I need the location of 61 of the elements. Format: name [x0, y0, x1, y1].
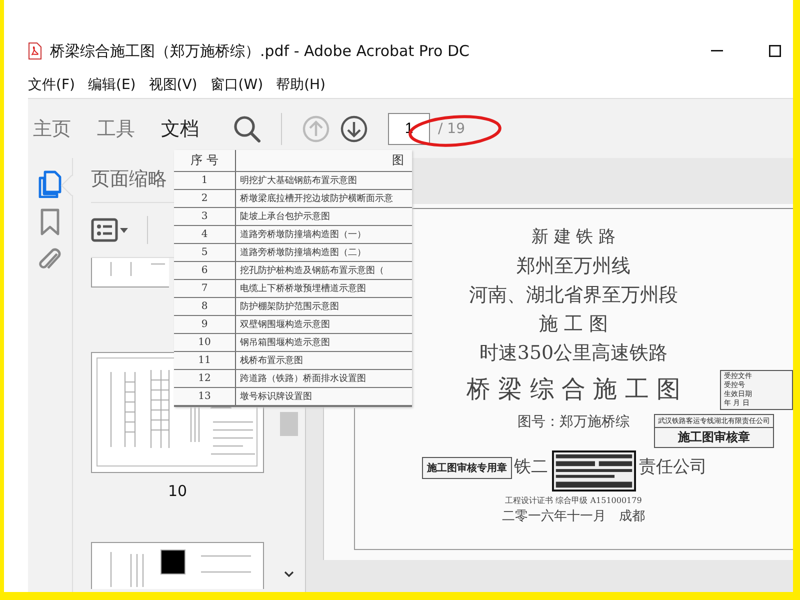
- table-cell: 12: [174, 370, 236, 387]
- document-text: 铁二: [514, 456, 548, 477]
- table-cell-text: 道路旁桥墩防撞墙构造图（一）: [239, 228, 367, 241]
- arrow-down-icon[interactable]: [340, 114, 368, 142]
- menu-item[interactable]: 视图(V): [148, 76, 198, 94]
- page-label: 10: [166, 482, 188, 500]
- minimize-icon[interactable]: [711, 50, 723, 52]
- toolbar-tab[interactable]: 文档: [161, 116, 199, 142]
- table-cell-text: 墩号标识牌设置图: [239, 390, 313, 403]
- table-cell-text: 陡坡上承台包护示意图: [239, 210, 331, 223]
- search-icon[interactable]: [233, 114, 261, 142]
- table-cell-text: 钢吊箱围堰构造示意图: [239, 336, 331, 349]
- list-view-icon[interactable]: [91, 218, 129, 242]
- pdf-file-icon: [28, 42, 42, 60]
- table-cell: 2: [174, 190, 236, 207]
- table-cell-text: 栈桥布置示意图: [239, 354, 304, 367]
- document-text: 桥 梁 综 合 施 工 图: [466, 374, 680, 405]
- maximize-icon[interactable]: [769, 45, 781, 57]
- table-cell: 4: [174, 226, 236, 243]
- page-thumbnail[interactable]: [91, 542, 264, 589]
- table-cell: 10: [174, 334, 236, 351]
- table-cell: 5: [174, 244, 236, 261]
- document-text: 责任公司: [639, 456, 707, 477]
- table-cell-text: 电缆上下桥桥墩预埋槽道示意图: [239, 282, 367, 295]
- document-text: 郑州至万州线: [516, 254, 630, 279]
- stamp-text: 施工图审核章: [676, 429, 751, 446]
- menu-item[interactable]: 编辑(E): [88, 76, 136, 94]
- table-header: 图: [391, 152, 405, 169]
- table-cell-text: 双壁钢围堰构造示意图: [239, 318, 331, 331]
- document-text: 河南、湖北省界至万州段: [469, 283, 678, 308]
- document-text: 二零一六年十一月 成都: [502, 508, 645, 525]
- document-text: 新 建 铁 路: [531, 226, 616, 249]
- document-text: 施 工 图: [538, 312, 608, 337]
- table-cell-text: 道路旁桥墩防撞墙构造图（二）: [239, 246, 367, 259]
- scrollbar-thumb[interactable]: [280, 412, 298, 436]
- document-text: 图号：郑万施桥综: [518, 413, 630, 432]
- table-cell: 13: [174, 388, 236, 405]
- table-cell: 11: [174, 352, 236, 369]
- table-cell: 7: [174, 280, 236, 297]
- table-cell-text: 挖孔防护桩构造及钢筋布置示意图（: [239, 264, 385, 277]
- menu-item[interactable]: 文件(F): [28, 76, 75, 94]
- menu-item[interactable]: 帮助(H): [276, 76, 326, 94]
- copy-pages-icon[interactable]: [37, 170, 63, 198]
- table-cell: 8: [174, 298, 236, 315]
- menu-item[interactable]: 窗口(W): [210, 76, 264, 94]
- toolbar-tab[interactable]: 主页: [33, 116, 71, 142]
- table-header: 序 号: [174, 150, 236, 171]
- table-cell: 9: [174, 316, 236, 333]
- page-total: / 19: [438, 120, 465, 136]
- table-cell: 3: [174, 208, 236, 225]
- table-cell: 1: [174, 172, 236, 189]
- table-cell-text: 防护棚架防护范围示意图: [239, 300, 340, 313]
- stamp-text: 施工图审核专用章: [427, 461, 507, 475]
- document-text: 工程设计证书 综合甲级 A151000179: [505, 495, 642, 507]
- scroll-down-icon[interactable]: [284, 571, 294, 578]
- document-text: 时速350公里高速铁路: [479, 341, 668, 366]
- toolbar-tab[interactable]: 工具: [97, 116, 135, 142]
- page-thumbnail[interactable]: [91, 258, 169, 288]
- table-cell: 6: [174, 262, 236, 279]
- window-title: 桥梁综合施工图（郑万施桥综）.pdf - Adobe Acrobat Pro DC: [50, 42, 470, 60]
- table-cell-text: 跨道路（铁路）桥面排水设置图: [239, 372, 367, 385]
